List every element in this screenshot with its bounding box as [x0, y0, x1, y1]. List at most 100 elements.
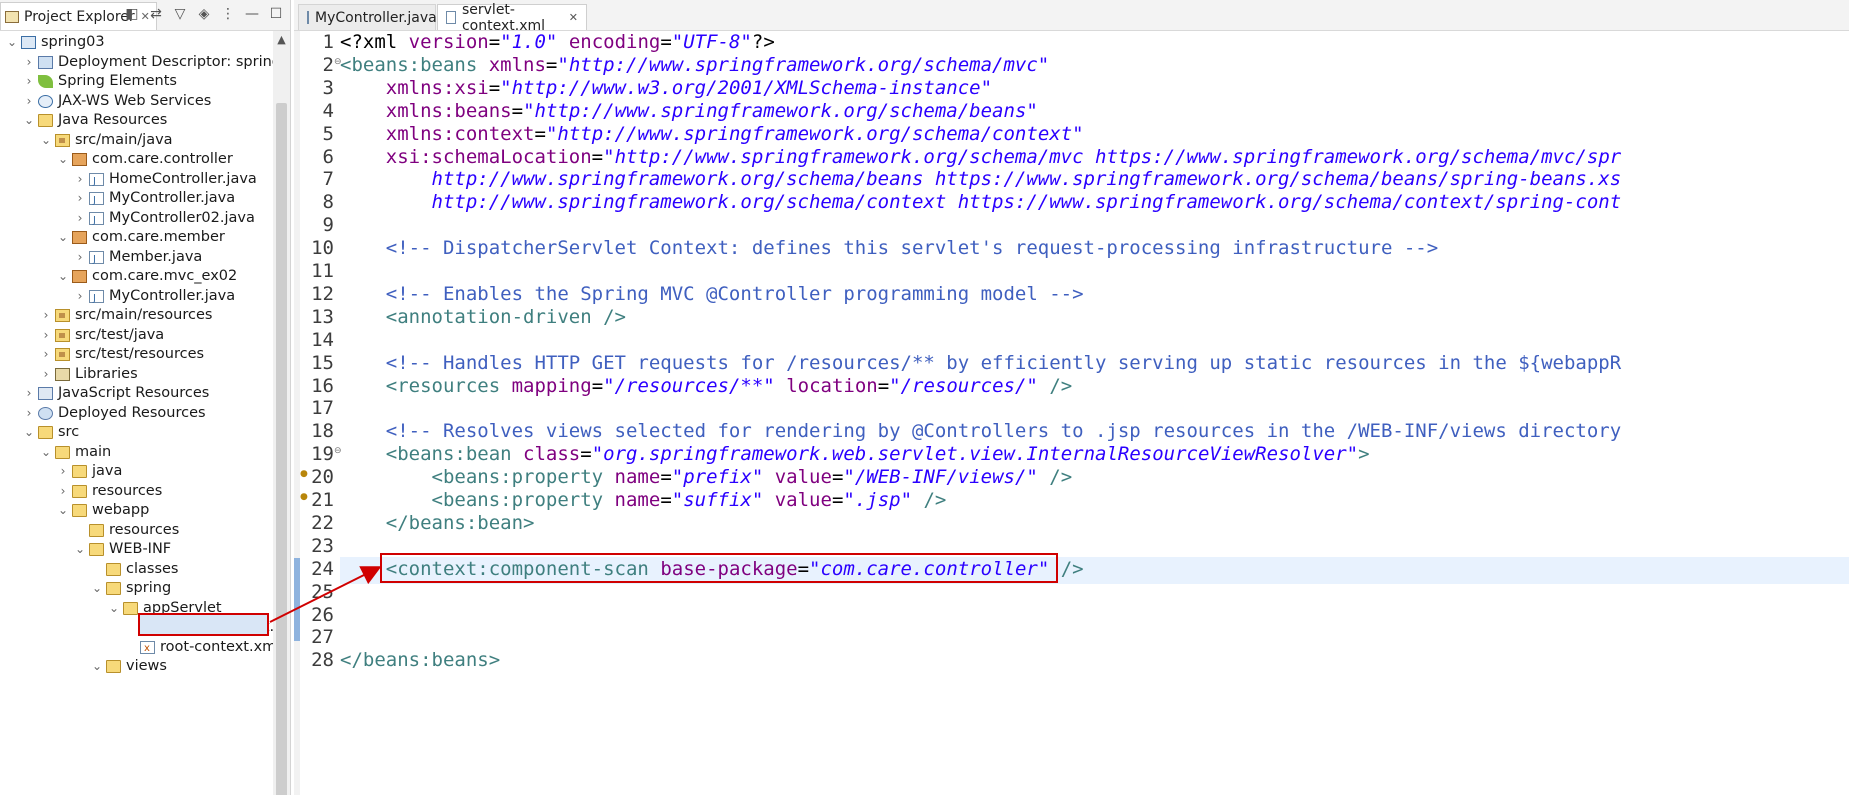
tree-item-label: views — [126, 658, 167, 674]
code-token: <!-- Handles HTTP GET requests for /reso… — [385, 351, 1622, 374]
code-token: <?xml — [340, 31, 409, 53]
minimize-icon[interactable]: — — [244, 6, 260, 22]
code-token: </beans:bean> — [385, 511, 535, 534]
code-line: <resources mapping="/resources/**" locat… — [340, 373, 1072, 400]
code-line: <!-- DispatcherServlet Context: defines … — [340, 235, 1438, 262]
folder-icon — [89, 523, 104, 537]
code-token: xmlns:xsi — [385, 76, 489, 99]
maximize-icon[interactable]: ☐ — [268, 6, 284, 22]
code-token: = — [831, 489, 844, 511]
code-token: </beans:beans> — [340, 649, 501, 672]
scroll-up-icon[interactable]: ▲ — [273, 31, 290, 48]
tree-scrollbar[interactable]: ▲ — [273, 31, 290, 795]
project-explorer-tab-label: Project Explorer — [24, 8, 135, 25]
code-token: = — [660, 466, 672, 489]
project-tree: ⌄ spring03 › Deployment Descriptor: spring0… — [0, 31, 290, 795]
code-line: </beans:bean> — [340, 510, 535, 537]
link-with-editor-icon[interactable]: ⇄ — [148, 6, 164, 22]
code-token: <annotation-driven /> — [385, 305, 626, 328]
source-folder-icon — [55, 309, 70, 322]
editor-tabbar: MyController.java servlet-context.xml ✕ — [294, 0, 1849, 34]
close-icon[interactable]: ✕ — [569, 11, 578, 24]
code-token: http://www.springframework.org/schema/be… — [340, 168, 1622, 191]
code-area[interactable]: <?xml version="1.0" encoding="UTF-8"?> <b… — [340, 31, 1849, 795]
editor-pane: MyController.java servlet-context.xml ✕ … — [294, 0, 1849, 795]
code-token: "org.springframework.web.servlet.view.In… — [591, 443, 1359, 466]
project-explorer-tabbar: Project Explorer ✕ ◧ ⇄ ▽ ◈ ⋮ — ☐ — [0, 0, 290, 31]
code-token: version — [408, 31, 489, 53]
focus-icon[interactable]: ◈ — [196, 6, 212, 22]
editor-tab-servlet-context[interactable]: servlet-context.xml ✕ — [437, 2, 587, 34]
view-menu-icon[interactable]: ⋮ — [220, 6, 236, 22]
scrollbar-thumb[interactable] — [276, 103, 287, 795]
warning-icon: ● — [300, 469, 308, 480]
code-token: <beans:property — [431, 489, 615, 511]
code-token: "suffix" — [671, 489, 764, 511]
xml-file-icon — [140, 637, 155, 660]
code-token: <beans:beans — [340, 53, 489, 76]
code-token: "http://www.w3.org/2001/XMLSchema-instan… — [500, 76, 993, 99]
spring-leaf-icon — [38, 75, 53, 88]
code-token: "/WEB-INF/views/" — [843, 466, 1038, 489]
code-token: = — [591, 374, 604, 397]
code-token: ?> — [751, 31, 775, 53]
component-scan-highlight-box — [380, 553, 1058, 583]
line-number-gutter: 1 2 3 4 5 6 7 8 9 10 11 12 13 14 15 16 17 18 19 20 21 22 23 24 2… — [300, 31, 342, 795]
code-token: "http://www.springframework.org/schema/m… — [557, 53, 1050, 76]
code-token: "http://www.springframework.org/schema/c… — [545, 122, 1084, 145]
code-token: xsi:schemaLocation — [385, 145, 592, 168]
jaxws-icon — [38, 94, 53, 108]
code-token: <resources — [385, 374, 512, 397]
editor-tab-label: servlet-context.xml — [461, 1, 546, 34]
project-explorer-pane: Project Explorer ✕ ◧ ⇄ ▽ ◈ ⋮ — ☐ ⌄ spring… — [0, 0, 291, 795]
warning-icon: ● — [300, 492, 308, 502]
filter-icon[interactable]: ▽ — [172, 6, 188, 22]
code-token: xmlns:context — [385, 122, 535, 145]
java-resources-icon — [38, 114, 53, 127]
code-token: mapping — [511, 374, 592, 397]
code-token: "/resources/**" — [603, 374, 775, 397]
java-file-icon — [307, 11, 309, 24]
folder-icon — [106, 582, 121, 595]
code-token: <!-- DispatcherServlet Context: defines … — [385, 237, 1439, 260]
selected-file-highlight-box — [138, 613, 269, 636]
code-line: http://www.springframework.org/schema/co… — [340, 189, 1622, 216]
deployed-resources-icon — [38, 406, 53, 420]
code-token: <!-- Enables the Spring MVC @Controller … — [385, 282, 1084, 305]
javascript-resources-icon — [38, 387, 53, 400]
code-token: xmlns:beans — [385, 99, 512, 122]
folder-icon — [72, 465, 87, 478]
tree-item[interactable]: ⌄ views — [0, 655, 290, 678]
collapse-all-icon[interactable]: ◧ — [124, 6, 140, 22]
code-token: "http://www.springframework.org/schema/b… — [523, 99, 1038, 122]
code-line: <annotation-driven /> — [340, 304, 626, 331]
chevron-down-icon[interactable]: ⌄ — [91, 655, 103, 678]
code-token: = — [580, 443, 592, 466]
code-token: = — [488, 76, 501, 99]
code-token: <!-- Resolves views selected for renderi… — [385, 420, 1622, 443]
folder-icon — [89, 543, 104, 556]
source-folder-icon — [55, 348, 70, 361]
code-token: /> — [1037, 374, 1073, 397]
code-token: name — [614, 466, 661, 489]
java-file-icon — [89, 170, 104, 193]
folder-icon — [123, 601, 138, 615]
code-token: encoding — [568, 31, 661, 53]
code-token: = — [877, 374, 890, 397]
package-icon — [72, 270, 87, 283]
editor-tab-mycontroller[interactable]: MyController.java — [298, 4, 437, 30]
